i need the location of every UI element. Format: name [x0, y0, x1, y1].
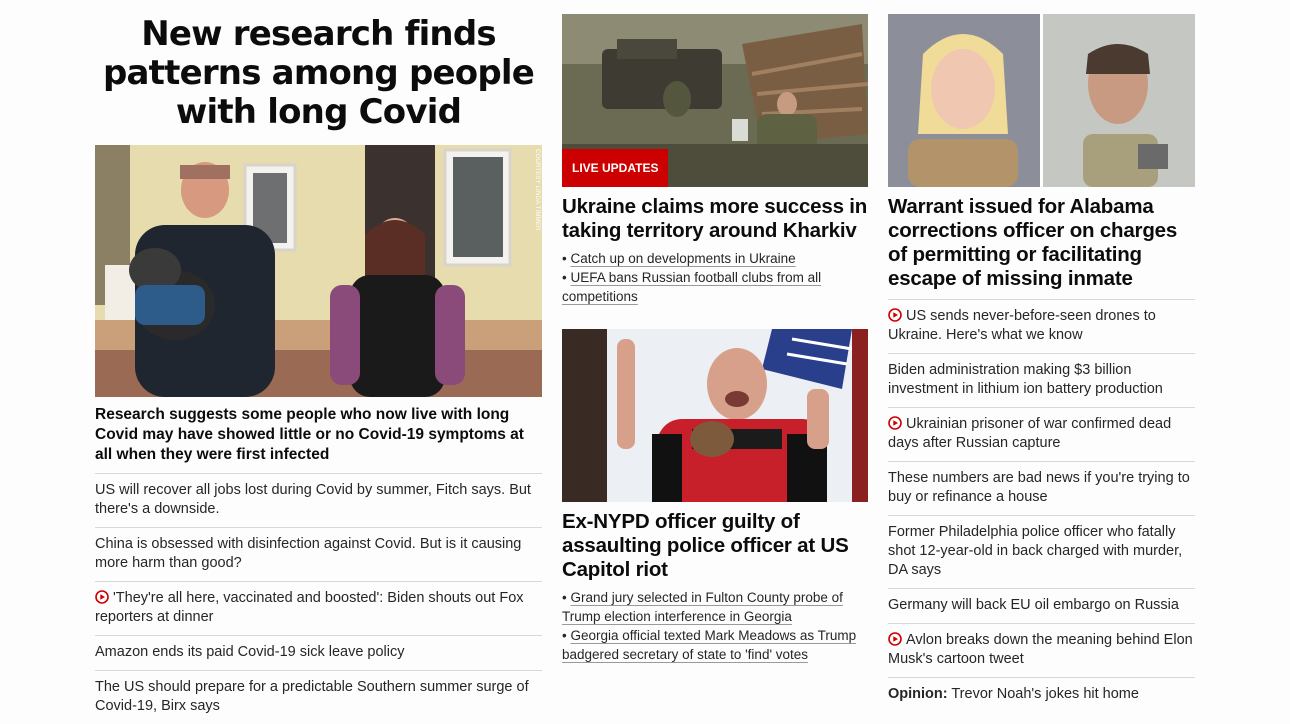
- list-item[interactable]: These numbers are bad news if you're try…: [888, 461, 1195, 515]
- capitol-related-links: • Grand jury selected in Fulton County p…: [562, 588, 868, 664]
- opinion-label: Opinion:: [888, 686, 948, 702]
- list-item[interactable]: The US should prepare for a predictable …: [95, 670, 542, 724]
- list-item[interactable]: Amazon ends its paid Covid-19 sick leave…: [95, 635, 542, 670]
- list-item[interactable]: US sends never-before-seen drones to Ukr…: [888, 299, 1195, 353]
- video-play-icon: [888, 632, 902, 646]
- list-item[interactable]: Former Philadelphia police officer who f…: [888, 515, 1195, 588]
- ukraine-headline[interactable]: Ukraine claims more success in taking te…: [562, 195, 868, 243]
- long-covid-photo-image: [95, 145, 542, 397]
- alabama-photo-image: [888, 14, 1195, 187]
- main-headline[interactable]: New research finds patterns among people…: [95, 14, 542, 132]
- long-covid-photo[interactable]: COURTESY LINDA TIMMER: [95, 145, 542, 397]
- related-link[interactable]: • UEFA bans Russian football clubs from …: [562, 268, 868, 306]
- us-story-column: Warrant issued for Alabama corrections o…: [888, 14, 1195, 712]
- photo-credit: COURTESY LINDA TIMMER: [534, 149, 540, 231]
- list-item[interactable]: Ukrainian prisoner of war confirmed dead…: [888, 407, 1195, 461]
- alabama-headline[interactable]: Warrant issued for Alabama corrections o…: [888, 195, 1195, 291]
- capitol-riot-photo[interactable]: [562, 329, 868, 502]
- us-story-list: US sends never-before-seen drones to Ukr…: [888, 299, 1195, 712]
- lead-story-headline[interactable]: Research suggests some people who now li…: [95, 405, 542, 465]
- video-play-icon: [888, 416, 902, 430]
- ukraine-related-links: • Catch up on developments in Ukraine • …: [562, 249, 868, 306]
- alabama-photo[interactable]: [888, 14, 1195, 187]
- capitol-riot-headline[interactable]: Ex-NYPD officer guilty of assaulting pol…: [562, 510, 868, 582]
- opinion-item[interactable]: Opinion: Trevor Noah's jokes hit home: [888, 677, 1195, 712]
- top-story-column: New research finds patterns among people…: [95, 14, 542, 724]
- covid-story-list: US will recover all jobs lost during Cov…: [95, 473, 542, 724]
- list-item[interactable]: 'They're all here, vaccinated and booste…: [95, 581, 542, 635]
- list-item[interactable]: US will recover all jobs lost during Cov…: [95, 473, 542, 527]
- related-link[interactable]: • Catch up on developments in Ukraine: [562, 249, 868, 268]
- list-item[interactable]: Avlon breaks down the meaning behind Elo…: [888, 623, 1195, 677]
- capitol-riot-photo-image: [562, 329, 868, 502]
- ukraine-photo[interactable]: LIVE UPDATES: [562, 14, 868, 187]
- live-updates-badge: LIVE UPDATES: [562, 149, 669, 187]
- related-link[interactable]: • Grand jury selected in Fulton County p…: [562, 588, 868, 626]
- video-play-icon: [95, 590, 109, 604]
- list-item[interactable]: Germany will back EU oil embargo on Russ…: [888, 588, 1195, 623]
- list-item[interactable]: China is obsessed with disinfection agai…: [95, 527, 542, 581]
- list-item[interactable]: Biden administration making $3 billion i…: [888, 353, 1195, 407]
- video-play-icon: [888, 308, 902, 322]
- world-story-column: LIVE UPDATES Ukraine claims more success…: [562, 14, 868, 664]
- related-link[interactable]: • Georgia official texted Mark Meadows a…: [562, 626, 868, 664]
